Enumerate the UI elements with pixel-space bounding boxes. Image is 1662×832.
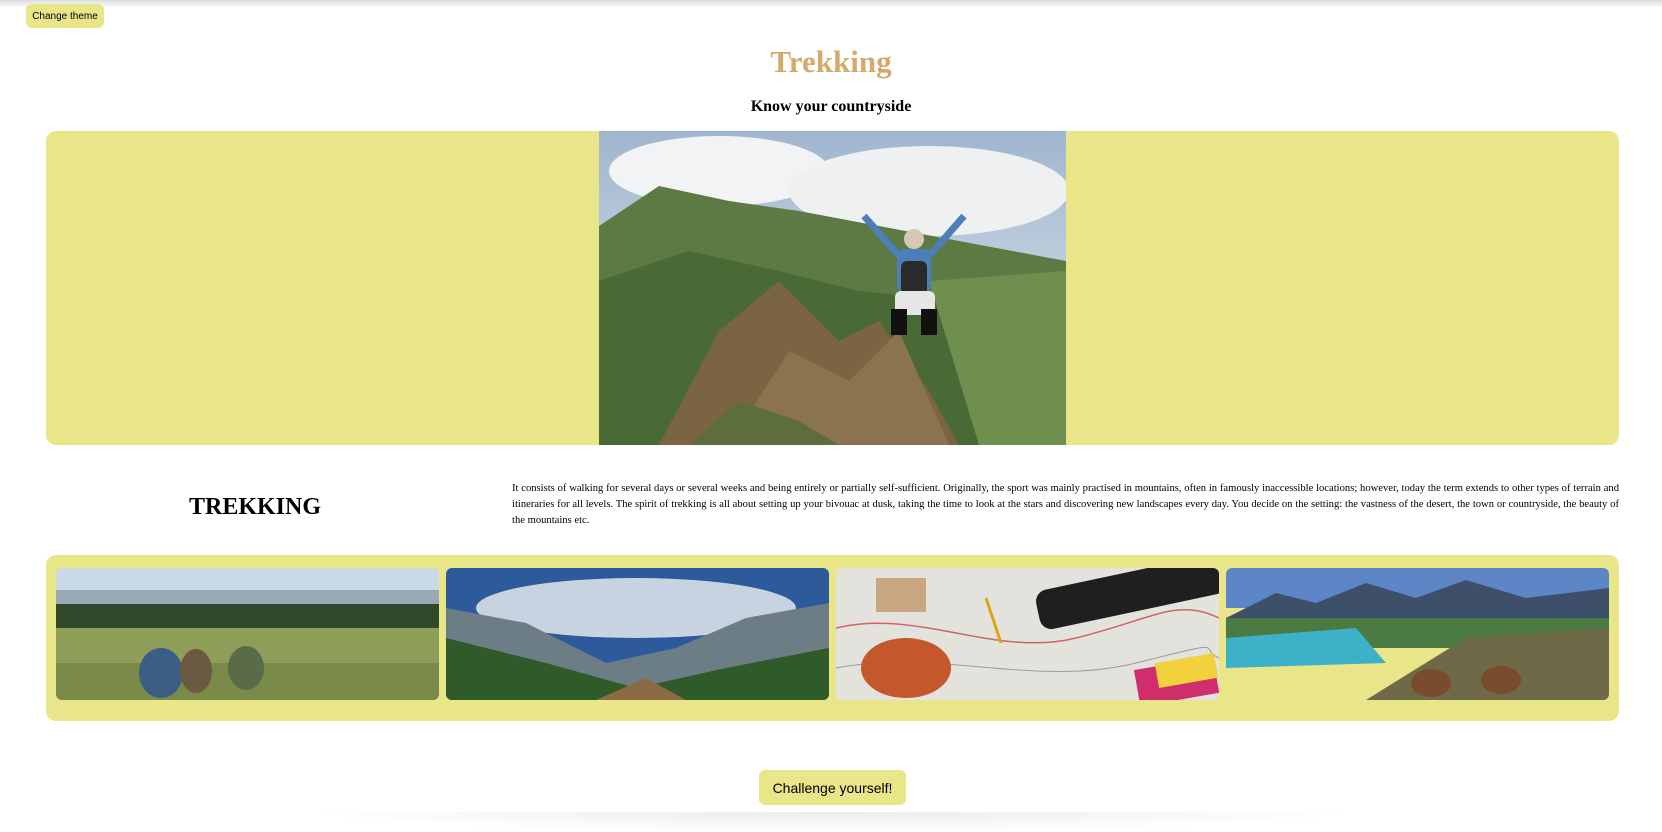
footer-shadow xyxy=(300,812,1362,832)
page-title: Trekking xyxy=(770,44,892,79)
gallery-image-group-hiking xyxy=(56,568,439,700)
top-bar-shadow xyxy=(0,0,1662,8)
hero-banner xyxy=(46,131,1619,445)
gallery-image-map-gear xyxy=(836,568,1219,700)
section-heading: TREKKING xyxy=(188,494,322,520)
photo-gallery xyxy=(46,555,1619,721)
gallery-image-mountain-valley xyxy=(446,568,829,700)
change-theme-button[interactable]: Change theme xyxy=(26,4,104,28)
gallery-image-lake-view-boots xyxy=(1226,568,1609,700)
page-subtitle: Know your countryside xyxy=(750,98,912,115)
challenge-button[interactable]: Challenge yourself! xyxy=(759,770,906,805)
section-paragraph: It consists of walking for several days … xyxy=(512,483,1619,526)
hero-image xyxy=(599,131,1066,445)
